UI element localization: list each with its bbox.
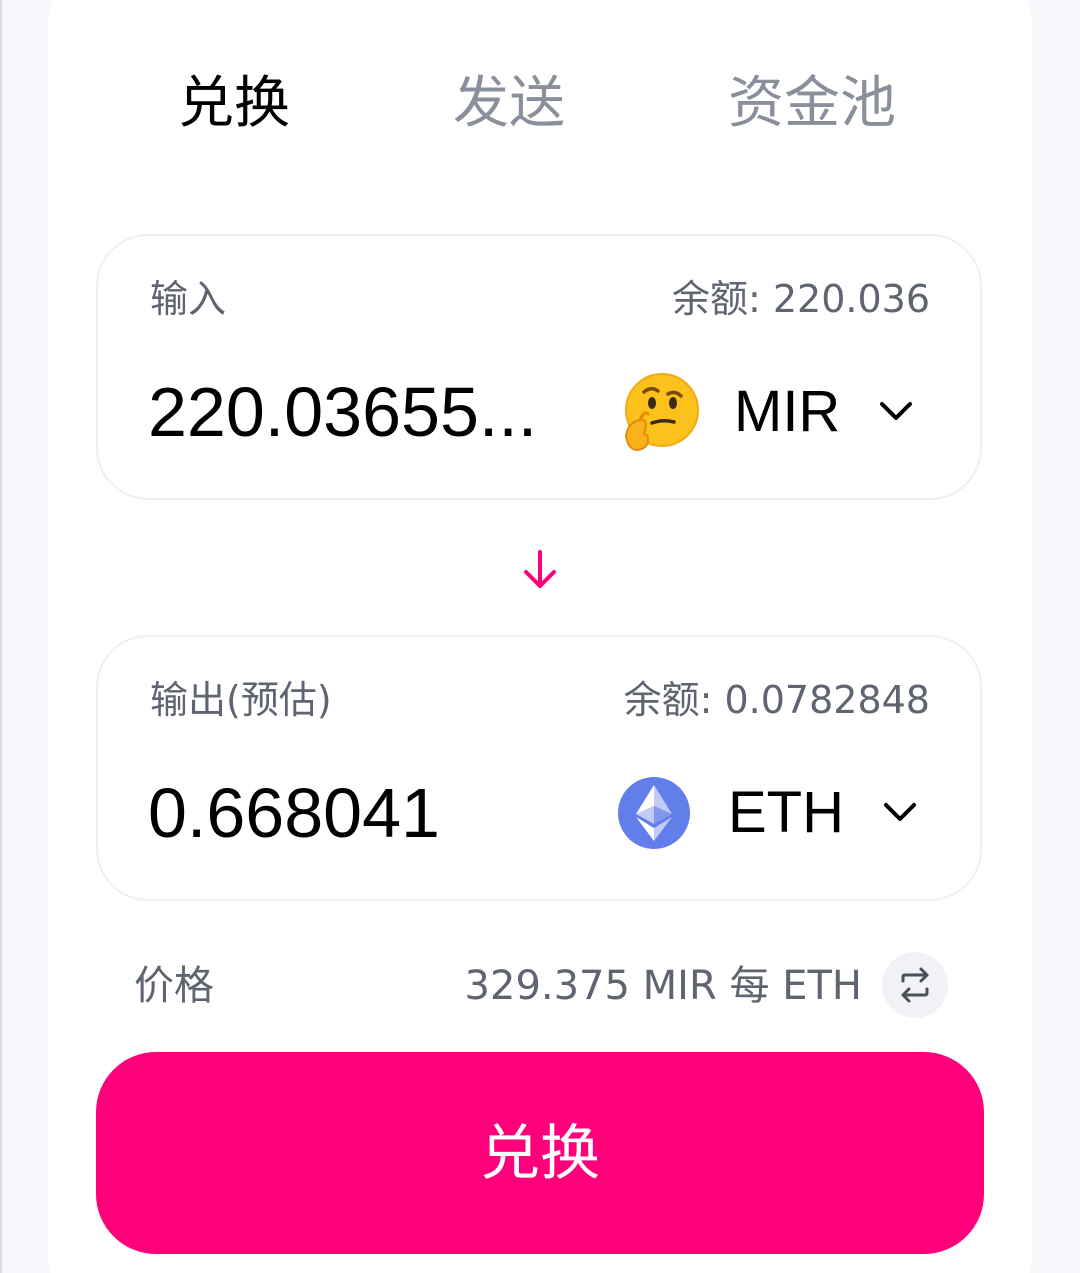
tab-bar: 兑换 发送 资金池 (0, 0, 1080, 200)
tab-swap[interactable]: 兑换 (178, 64, 290, 144)
price-row: 价格 329.375 MIR 每 ETH (0, 940, 1080, 1030)
tab-send[interactable]: 发送 (453, 64, 565, 144)
input-amount-field[interactable]: 220.03655... (148, 370, 578, 454)
input-balance[interactable]: 余额: 220.036 (672, 274, 930, 324)
chevron-down-icon (876, 392, 916, 432)
input-token-selector[interactable]: MIR (618, 366, 916, 458)
ethereum-icon (612, 771, 696, 855)
price-invert-button[interactable] (882, 952, 948, 1018)
output-label: 输出(预估) (150, 678, 332, 722)
page: 兑换 发送 资金池 输入 余额: 220.036 220.03655... MI… (0, 0, 1080, 1273)
output-amount-field[interactable]: 0.668041 (148, 771, 578, 855)
output-balance: 余额: 0.0782848 (623, 678, 930, 722)
input-label: 输入 (150, 277, 227, 321)
arrow-down-icon[interactable] (520, 548, 560, 592)
input-panel: 输入 余额: 220.036 220.03655... MIR (96, 234, 982, 500)
price-value: 329.375 MIR 每 ETH (464, 963, 862, 1009)
tab-pool[interactable]: 资金池 (728, 64, 896, 144)
chevron-down-icon (880, 793, 920, 833)
input-token-symbol: MIR (734, 379, 841, 444)
swap-button[interactable]: 兑换 (96, 1052, 984, 1254)
price-label: 价格 (134, 963, 214, 1009)
output-panel: 输出(预估) 余额: 0.0782848 0.668041 ETH (96, 635, 982, 901)
thinking-face-icon (618, 370, 702, 454)
output-token-selector[interactable]: ETH (612, 767, 920, 859)
swap-arrows-icon (901, 967, 929, 1003)
output-token-symbol: ETH (728, 780, 844, 845)
